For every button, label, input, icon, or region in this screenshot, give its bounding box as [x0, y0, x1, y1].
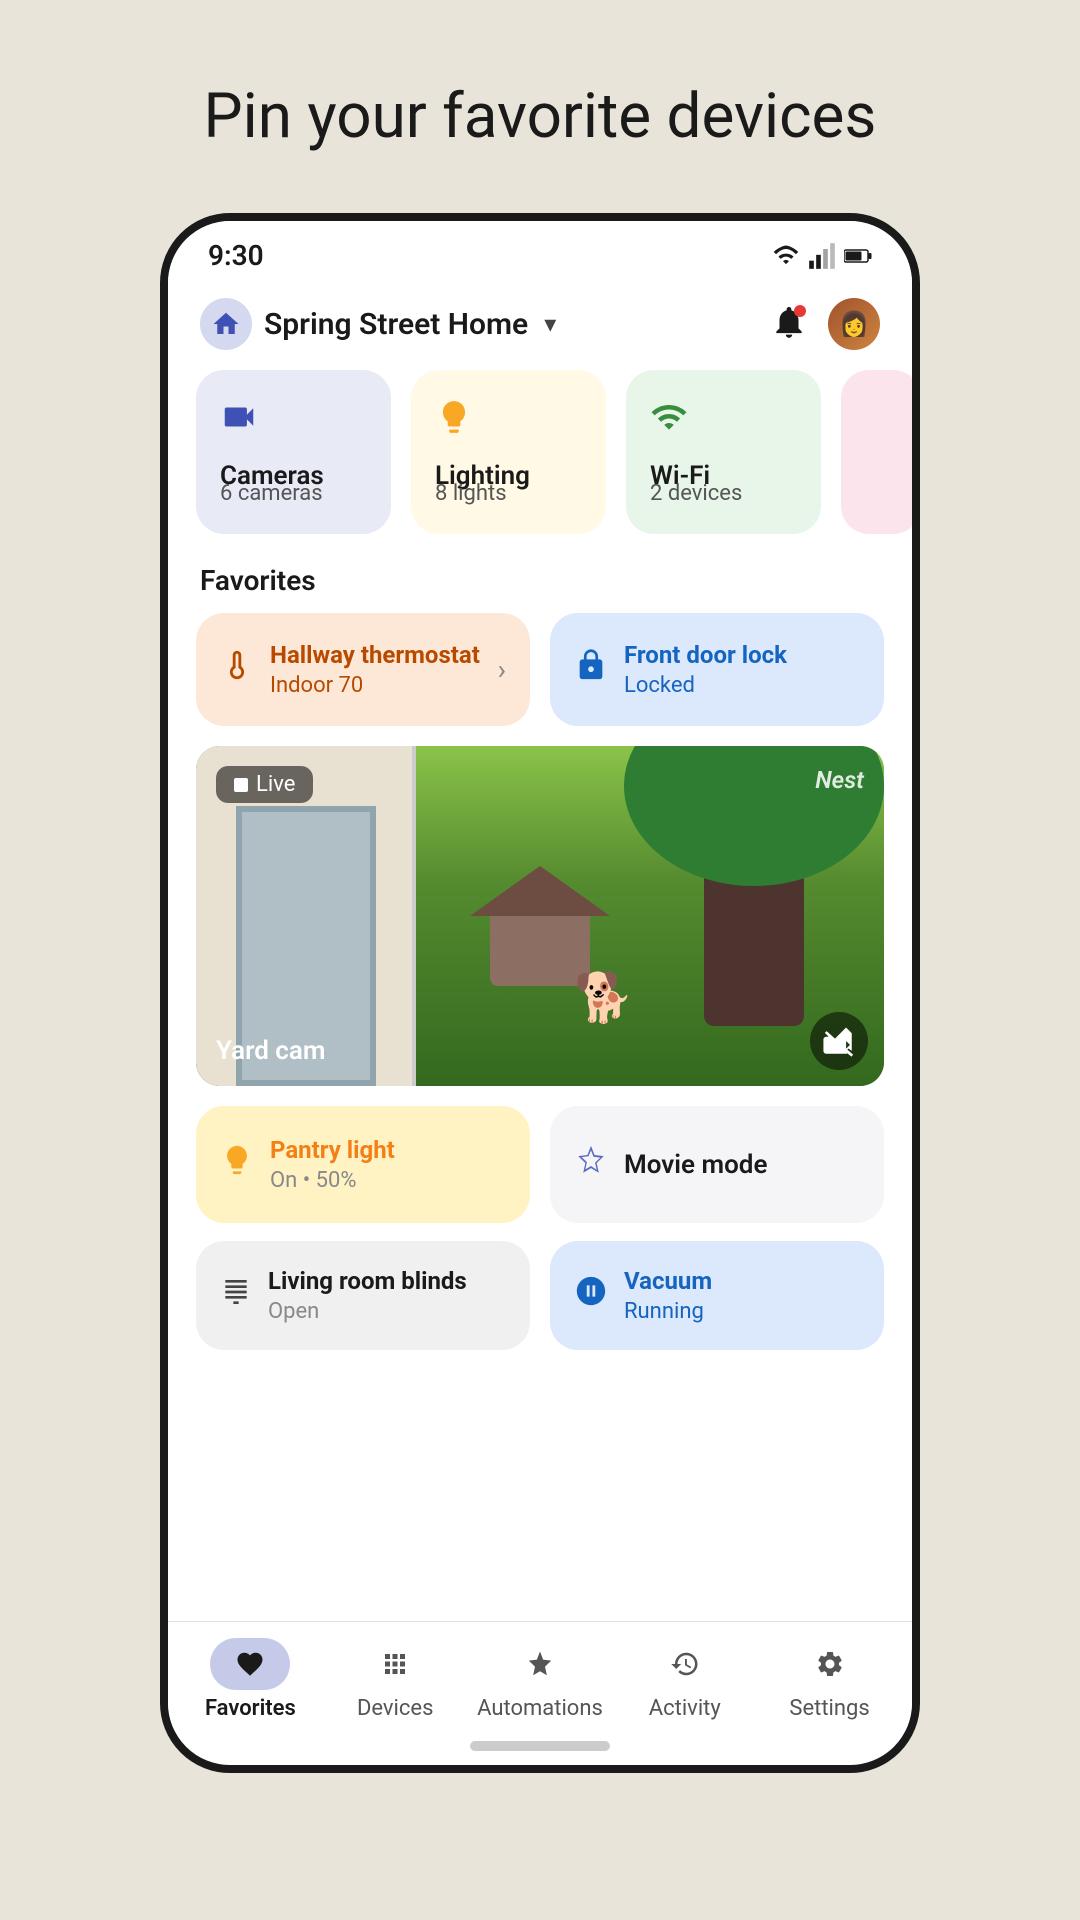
phone-frame: 9:30 Spring Street Home ▾ [160, 213, 920, 1773]
cameras-count: 6 cameras [220, 481, 367, 506]
category-wifi[interactable]: Wi-Fi 2 devices [626, 370, 821, 534]
blinds-info: Living room blinds Open [268, 1267, 467, 1324]
thermostat-name: Hallway thermostat [270, 641, 482, 669]
nav-settings-bg [790, 1638, 870, 1690]
nest-brand: Nest [815, 766, 864, 794]
category-lighting[interactable]: Lighting 8 lights [411, 370, 606, 534]
nav-activity-bg [645, 1638, 725, 1690]
vacuum-info: Vacuum Running [624, 1267, 712, 1324]
camera-name: Yard cam [216, 1036, 325, 1066]
doorlock-card[interactable]: Front door lock Locked [550, 613, 884, 726]
favorites-row: Hallway thermostat Indoor 70 › Front doo… [168, 613, 912, 726]
blinds-name: Living room blinds [268, 1267, 467, 1295]
status-icons [772, 242, 872, 270]
vacuum-card[interactable]: Vacuum Running [550, 1241, 884, 1350]
status-time: 9:30 [208, 239, 264, 272]
pantry-card[interactable]: Pantry light On • 50% [196, 1106, 530, 1223]
nav-automations-bg [500, 1638, 580, 1690]
lighting-icon [435, 398, 582, 445]
doorlock-name: Front door lock [624, 641, 860, 669]
bottom-cards-row2: Living room blinds Open Vacuum Running [168, 1241, 912, 1350]
signal-icon [808, 242, 836, 270]
pantry-status: On • 50% [270, 1168, 395, 1193]
nav-automations-label: Automations [477, 1696, 603, 1721]
devices-icon [380, 1649, 410, 1679]
battery-icon [844, 242, 872, 270]
yard-tree [704, 766, 804, 1026]
notification-dot [794, 305, 806, 317]
nav-favorites-label: Favorites [205, 1696, 296, 1721]
nav-automations[interactable]: Automations [468, 1638, 613, 1721]
thermostat-icon [220, 648, 254, 691]
blinds-icon [220, 1276, 252, 1316]
blinds-status: Open [268, 1299, 467, 1324]
yard-dog: 🐕 [574, 969, 634, 1026]
category-partial [841, 370, 912, 534]
wifi-icon [772, 242, 800, 270]
avatar[interactable]: 👩 [828, 298, 880, 350]
status-bar: 9:30 [168, 221, 912, 282]
pantry-name: Pantry light [270, 1136, 395, 1164]
nav-devices-bg [355, 1638, 435, 1690]
home-bar [470, 1741, 610, 1751]
nav-activity-label: Activity [649, 1696, 721, 1721]
thermostat-info: Hallway thermostat Indoor 70 [270, 641, 482, 698]
bell-button[interactable] [770, 303, 808, 345]
automations-icon [525, 1649, 555, 1679]
bottom-cards-row1: Pantry light On • 50% Movie mode [168, 1106, 912, 1223]
movie-icon [574, 1143, 608, 1186]
vacuum-icon [574, 1274, 608, 1317]
nav-favorites[interactable]: Favorites [178, 1638, 323, 1721]
vacuum-name: Vacuum [624, 1267, 712, 1295]
thermostat-chevron-icon: › [498, 653, 506, 686]
camera-icon [220, 398, 367, 445]
home-selector[interactable]: Spring Street Home ▾ [200, 298, 556, 350]
nav-favorites-bg [210, 1638, 290, 1690]
live-label: Live [256, 772, 295, 797]
movie-card[interactable]: Movie mode [550, 1106, 884, 1223]
doorlock-icon [574, 648, 608, 691]
settings-icon [815, 1649, 845, 1679]
nav-devices[interactable]: Devices [323, 1638, 468, 1721]
chevron-down-icon: ▾ [544, 310, 556, 338]
app-content: Spring Street Home ▾ 👩 Cameras 6 c [168, 282, 912, 1621]
nav-settings[interactable]: Settings [757, 1638, 902, 1721]
thermostat-card[interactable]: Hallway thermostat Indoor 70 › [196, 613, 530, 726]
activity-icon [670, 1649, 700, 1679]
camera-feed[interactable]: 🐕 Live Nest Yard cam [196, 746, 884, 1086]
categories-row: Cameras 6 cameras Lighting 8 lights [168, 370, 912, 534]
no-screen-icon[interactable] [810, 1012, 868, 1070]
house-icon [211, 309, 241, 339]
wifi-count: 2 devices [650, 481, 797, 506]
wifi-category-icon [650, 398, 797, 445]
pantry-info: Pantry light On • 50% [270, 1136, 395, 1193]
home-icon-bg [200, 298, 252, 350]
nav-settings-label: Settings [789, 1696, 869, 1721]
header-actions: 👩 [770, 298, 880, 350]
doorlock-status: Locked [624, 673, 860, 698]
app-header: Spring Street Home ▾ 👩 [168, 282, 912, 370]
favorites-section-label: Favorites [168, 564, 912, 597]
blinds-card[interactable]: Living room blinds Open [196, 1241, 530, 1350]
doorlock-info: Front door lock Locked [624, 641, 860, 698]
nav-activity[interactable]: Activity [612, 1638, 757, 1721]
pantry-light-icon [220, 1143, 254, 1186]
category-cameras[interactable]: Cameras 6 cameras [196, 370, 391, 534]
thermostat-status: Indoor 70 [270, 673, 482, 698]
vacuum-status: Running [624, 1299, 712, 1324]
page-title: Pin your favorite devices [204, 80, 877, 153]
live-dot [234, 778, 248, 792]
live-badge: Live [216, 766, 313, 803]
bottom-nav: Favorites Devices Automations Activity [168, 1621, 912, 1731]
home-name: Spring Street Home [264, 307, 528, 342]
movie-name: Movie mode [624, 1150, 767, 1180]
heart-icon [235, 1649, 265, 1679]
nav-devices-label: Devices [357, 1696, 434, 1721]
